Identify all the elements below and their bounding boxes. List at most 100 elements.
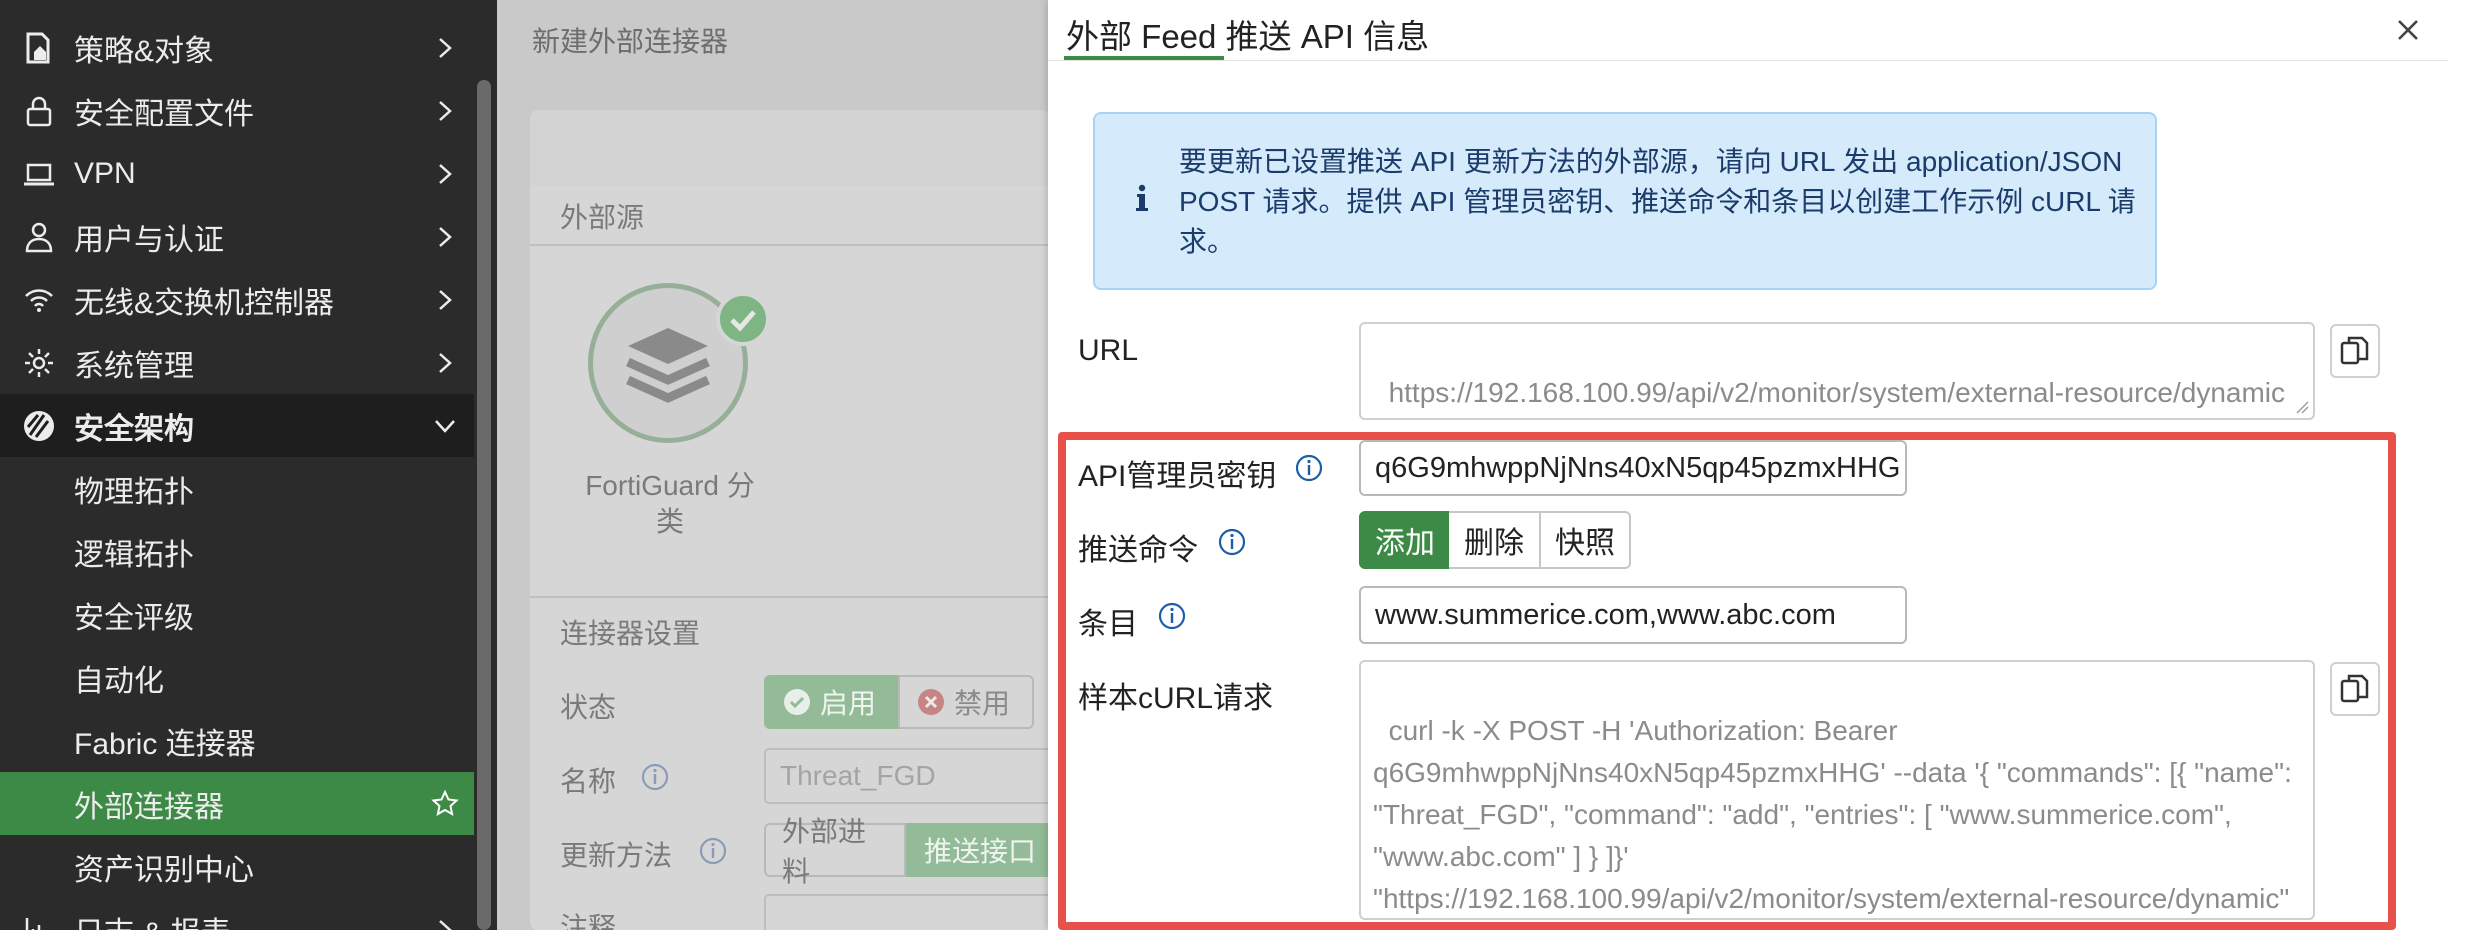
sidebar-item-vpn[interactable]: VPN — [0, 142, 474, 205]
name-input[interactable]: Threat_FGD — [764, 748, 1064, 804]
sidebar-item-logical-topology[interactable]: 逻辑拓扑 — [0, 520, 474, 583]
info-circle-icon — [699, 837, 727, 865]
sidebar-item-security-profiles[interactable]: 安全配置文件 — [0, 79, 474, 142]
star-icon[interactable] — [430, 789, 460, 819]
entries-input[interactable]: www.summerice.com,www.abc.com — [1359, 586, 1907, 644]
sidebar-item-fabric-connectors[interactable]: Fabric 连接器 — [0, 709, 474, 772]
push-command-snapshot-label: 快照 — [1555, 527, 1615, 560]
sidebar-item-wireless-switch[interactable]: 无线&交换机控制器 — [0, 268, 474, 331]
chevron-right-icon — [439, 352, 452, 373]
sidebar-item-security-fabric[interactable]: 安全架构 — [0, 394, 474, 457]
copy-curl-button[interactable] — [2330, 662, 2380, 716]
connector-name-label: FortiGuard 分类 — [585, 470, 755, 537]
sidebar-item-policy-objects[interactable]: 策略&对象 — [0, 16, 474, 79]
url-value: https://192.168.100.99/api/v2/monitor/sy… — [1388, 377, 2286, 408]
section-source-title: 外部源 — [560, 202, 645, 233]
page-margin — [2448, 0, 2466, 952]
update-push-label: 推送接口 — [924, 836, 1037, 867]
lock-icon — [22, 94, 56, 128]
status-enable-button[interactable]: 启用 — [764, 675, 898, 729]
copy-icon — [2340, 674, 2369, 703]
check-circle-icon — [784, 689, 810, 715]
gear-icon — [22, 346, 56, 380]
sample-curl-label: 样本cURL请求 — [1078, 682, 1274, 715]
user-icon — [22, 220, 56, 254]
chevron-right-icon — [439, 37, 452, 58]
push-command-snapshot[interactable]: 快照 — [1539, 511, 1631, 569]
resize-grip-icon[interactable] — [2295, 400, 2309, 414]
sample-curl-value: curl -k -X POST -H 'Authorization: Beare… — [1373, 715, 2300, 914]
close-circle-icon — [918, 689, 944, 715]
url-field[interactable]: https://192.168.100.99/api/v2/monitor/sy… — [1359, 322, 2315, 420]
push-command-delete[interactable]: 删除 — [1449, 511, 1541, 569]
sidebar-item-system[interactable]: 系统管理 — [0, 331, 474, 394]
close-icon[interactable] — [2390, 12, 2426, 48]
divider — [1048, 60, 2448, 61]
sidebar-item-physical-topology[interactable]: 物理拓扑 — [0, 457, 474, 520]
sidebar-item-users-auth[interactable]: 用户与认证 — [0, 205, 474, 268]
chevron-down-icon — [435, 419, 455, 433]
sidebar-item-asset-identity[interactable]: 资产识别中心 — [0, 835, 474, 898]
sidebar-item-label: 策略&对象 — [74, 34, 215, 68]
api-key-label: API管理员密钥 — [1078, 460, 1277, 493]
page-title: 新建外部连接器 — [532, 26, 729, 57]
sidebar-item-label: 用户与认证 — [74, 223, 224, 257]
chevron-right-icon — [439, 226, 452, 247]
sidebar-scrollbar[interactable] — [477, 80, 491, 930]
update-method-label: 更新方法 — [560, 840, 673, 871]
sidebar-item-label: 安全评级 — [74, 601, 194, 635]
section-settings-title: 连接器设置 — [560, 618, 701, 649]
sidebar: 策略&对象 安全配置文件 VPN 用户与认证 无线&交换机控制器 系统管理 安全… — [0, 0, 497, 950]
status-disable-label: 禁用 — [954, 688, 1011, 719]
entries-label: 条目 — [1078, 608, 1138, 641]
sidebar-item-label: 无线&交换机控制器 — [74, 286, 335, 320]
info-icon — [1136, 184, 1148, 211]
update-push-button[interactable]: 推送接口 — [906, 823, 1066, 877]
name-label: 名称 — [560, 766, 617, 797]
sidebar-item-label: 资产识别中心 — [74, 853, 254, 887]
update-external-button[interactable]: 外部进料 — [764, 816, 906, 887]
sample-curl-field[interactable]: curl -k -X POST -H 'Authorization: Beare… — [1359, 660, 2315, 920]
copy-url-button[interactable] — [2330, 324, 2380, 378]
push-command-add-label: 添加 — [1375, 527, 1435, 560]
sidebar-item-automation[interactable]: 自动化 — [0, 646, 474, 709]
card-header — [530, 110, 1050, 186]
copy-icon — [2340, 336, 2369, 365]
status-disable-button[interactable]: 禁用 — [898, 675, 1034, 729]
info-circle-icon[interactable] — [1294, 453, 1324, 483]
info-circle-icon[interactable] — [1157, 601, 1187, 631]
check-icon — [716, 292, 770, 346]
sidebar-item-label: 安全配置文件 — [74, 97, 254, 131]
sidebar-item-label: Fabric 连接器 — [74, 727, 256, 761]
push-command-label: 推送命令 — [1078, 534, 1198, 567]
security-fabric-icon — [22, 409, 56, 443]
push-command-delete-label: 删除 — [1464, 527, 1524, 560]
sidebar-item-label: 外部连接器 — [74, 790, 224, 824]
status-enable-label: 启用 — [820, 688, 877, 719]
sidebar-item-label: 安全架构 — [74, 412, 194, 446]
url-label: URL — [1078, 334, 1139, 367]
divider — [530, 596, 1050, 598]
status-label: 状态 — [560, 692, 617, 723]
wifi-icon — [22, 283, 56, 317]
chevron-right-icon — [439, 100, 452, 121]
info-text: 要更新已设置推送 API 更新方法的外部源，请向 URL 发出 applicat… — [1179, 146, 2136, 257]
chevron-right-icon — [439, 163, 452, 184]
push-command-add[interactable]: 添加 — [1359, 511, 1451, 569]
sidebar-item-label: 逻辑拓扑 — [74, 538, 194, 572]
sidebar-item-label: VPN — [74, 156, 136, 190]
chevron-right-icon — [439, 289, 452, 310]
sidebar-item-security-rating[interactable]: 安全评级 — [0, 583, 474, 646]
page-margin — [0, 930, 2466, 952]
sidebar-item-label: 系统管理 — [74, 349, 194, 383]
laptop-icon — [22, 157, 56, 191]
info-circle-icon — [641, 763, 669, 791]
drawer-title: 外部 Feed 推送 API 信息 — [1066, 18, 1430, 55]
sidebar-item-label: 自动化 — [74, 664, 164, 698]
info-circle-icon[interactable] — [1217, 527, 1247, 557]
divider — [530, 244, 1050, 246]
api-key-input[interactable]: q6G9mhwppNjNns40xN5qp45pzmxHHG — [1359, 440, 1907, 496]
sidebar-item-external-connectors[interactable]: 外部连接器 — [0, 772, 474, 835]
update-external-label: 外部进料 — [782, 816, 867, 887]
sidebar-item-label: 物理拓扑 — [74, 475, 194, 509]
